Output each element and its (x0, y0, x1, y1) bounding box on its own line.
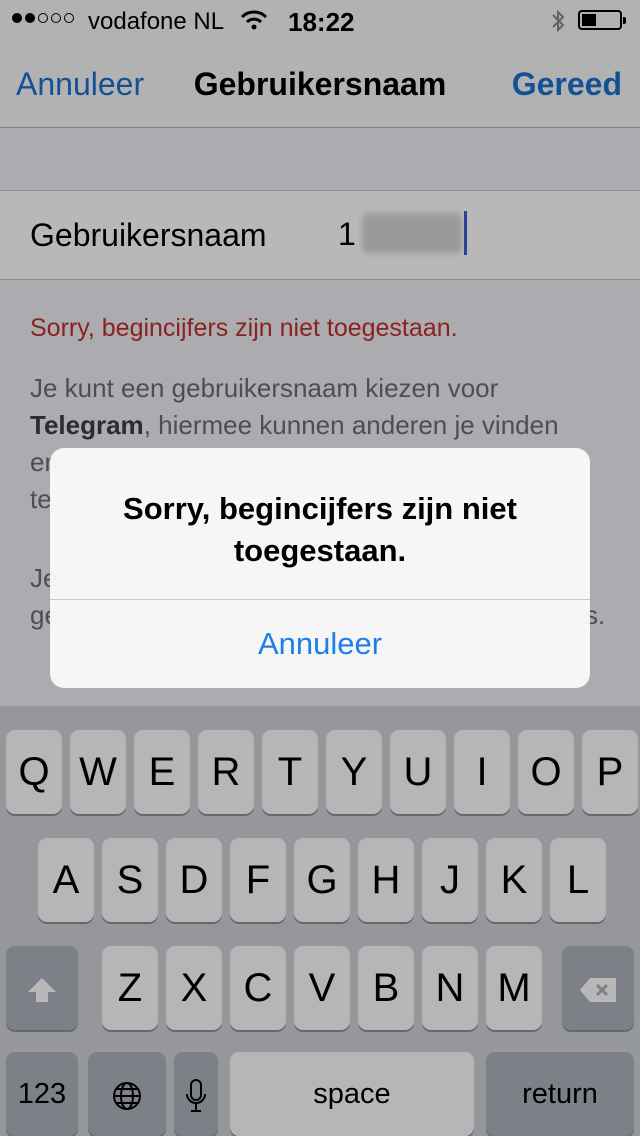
alert-dialog: Sorry, begincijfers zijn niet toegestaan… (50, 448, 590, 688)
alert-message: Sorry, begincijfers zijn niet toegestaan… (123, 491, 517, 568)
alert-cancel-button[interactable]: Annuleer (50, 600, 590, 688)
keyboard-dim-overlay (0, 706, 640, 1136)
